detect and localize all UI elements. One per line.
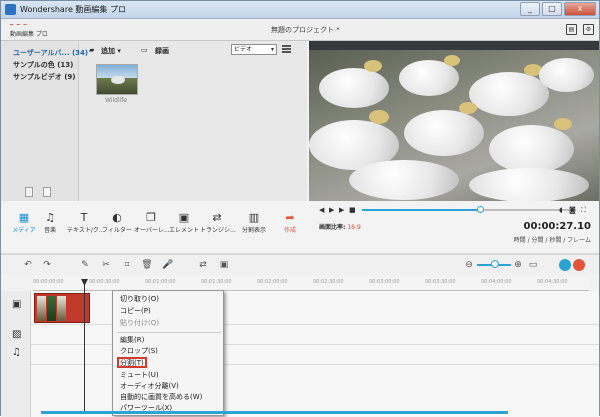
info-icon[interactable]: [573, 259, 585, 271]
seek-bar[interactable]: [362, 206, 576, 213]
tool-overlay[interactable]: ❐ オーバーレ...: [134, 211, 170, 234]
library-toolbar: ▰ 追加 ▾ ▭ 録画 ビデオ ▾: [81, 41, 307, 59]
delete-icon[interactable]: 🗑: [141, 259, 153, 271]
camera-icon[interactable]: ▣: [218, 259, 230, 271]
split-screen-icon: ▥: [248, 211, 260, 224]
next-frame-icon[interactable]: ▶: [339, 206, 344, 214]
record-button[interactable]: 録画: [155, 46, 169, 56]
app-logo-icon: [5, 4, 16, 15]
music-icon: ♫: [45, 211, 55, 224]
media-filter-select[interactable]: ビデオ ▾: [231, 44, 277, 55]
menu-item-edit[interactable]: 編集(R): [117, 335, 221, 346]
stop-icon[interactable]: ■: [349, 206, 356, 214]
album-item-sample-video[interactable]: サンプルビデオ (9): [13, 72, 76, 82]
menu-item-auto-enhance[interactable]: 自動的に画質を高める(W): [117, 392, 221, 403]
tool-split-screen[interactable]: ▥ 分割表示: [237, 211, 271, 234]
timeline-tracks: ▣ ▨ ♫: [1, 291, 599, 417]
play-icon[interactable]: ▶: [329, 206, 334, 214]
user-icon[interactable]: [559, 259, 571, 271]
project-title: 無題のプロジェクト *: [271, 26, 340, 34]
brand-name: 動画編集 プロ: [10, 31, 48, 38]
seek-progress: [362, 209, 479, 211]
media-library: ユーザーアルバ... (34) サンプルの色 (13) サンプルビデオ (9) …: [1, 41, 307, 201]
timeline-toolbar: ↶ ↷ ✎ ✂ ⌗ 🗑 🎤 ⇄ ▣ ⊖ ⊕ ▭: [1, 255, 599, 275]
video-track-icon: ▣: [12, 299, 22, 310]
zoom-out-icon[interactable]: ⊖: [463, 259, 475, 271]
tool-filter[interactable]: ◐ フィルター: [100, 211, 134, 234]
title-bar: Wondershare 動画編集 プロ _ □ x: [1, 1, 599, 19]
seek-handle[interactable]: [477, 206, 484, 213]
filter-icon: ◐: [112, 211, 122, 224]
folder-icon: ▰: [89, 46, 95, 54]
maximize-button[interactable]: □: [542, 2, 562, 16]
save-icon[interactable]: ▤: [566, 24, 577, 35]
redo-icon[interactable]: ↷: [41, 259, 53, 271]
volume-icon[interactable]: ◖: [559, 206, 563, 214]
audio-track-icon: ♫: [12, 347, 21, 358]
preview-viewer: [309, 41, 599, 201]
tool-element[interactable]: ▣ エレメント: [167, 211, 201, 234]
export-button[interactable]: ➦ 作成: [273, 211, 307, 234]
delete-album-icon[interactable]: [43, 187, 51, 197]
cut-icon[interactable]: ✂: [100, 259, 112, 271]
tool-transition[interactable]: ⇄ トランジシ...: [200, 211, 236, 234]
close-button[interactable]: x: [564, 2, 596, 16]
menu-item-audio-detach[interactable]: オーディオ分離(V): [117, 381, 221, 392]
undo-icon[interactable]: ↶: [22, 259, 34, 271]
timeline-scrollbar[interactable]: [41, 411, 508, 414]
settings-icon[interactable]: ⚙: [583, 24, 594, 35]
fit-icon[interactable]: ▭: [527, 259, 539, 271]
playback-controls: ◀ ▶ ▶ ■ ◖ ◙ ⛶ 画面比率: 16:9 00:00:27.10 時間 …: [309, 201, 599, 255]
menu-item-paste[interactable]: 貼り付け(Q): [117, 318, 221, 329]
element-icon: ▣: [178, 211, 190, 224]
add-button[interactable]: 追加 ▾: [101, 46, 121, 56]
edit-toolbar: ▦ メディア ♫ 音楽 T テキスト/ク... ◐ フィルター ❐ オーバーレ... ▣ エ…: [1, 201, 309, 255]
pencil-icon[interactable]: ✎: [79, 259, 91, 271]
mic-icon[interactable]: 🎤: [162, 259, 174, 271]
menu-item-mute[interactable]: ミュート(U): [117, 370, 221, 381]
aspect-ratio: 画面比率: 16:9: [319, 224, 361, 231]
timeline-ruler[interactable]: 00:00:00:00 00:00:30:00 00:01:00:00 00:0…: [33, 277, 589, 291]
transition-icon: ⇄: [212, 211, 222, 224]
zoom-in-icon[interactable]: ⊕: [512, 259, 524, 271]
tool-music[interactable]: ♫ 音楽: [33, 211, 67, 234]
album-list: ユーザーアルバ... (34) サンプルの色 (13) サンプルビデオ (9): [1, 41, 88, 201]
album-item-user[interactable]: ユーザーアルバ... (34): [13, 48, 88, 58]
zoom-handle[interactable]: [491, 260, 499, 268]
text-icon: T: [80, 211, 88, 224]
menu-item-cut[interactable]: 切り取り(O): [117, 294, 221, 305]
menu-item-crop[interactable]: クロップ(S): [117, 346, 221, 357]
export-icon: ➦: [285, 211, 295, 224]
app-header: ━ ━ ━ 動画編集 プロ 無題のプロジェクト * ▤ ⚙: [1, 19, 599, 41]
timecode-format: 時間 / 分間 / 秒間 / フレーム: [513, 237, 591, 244]
overlay-icon: ❐: [146, 211, 156, 224]
album-item-sample-color[interactable]: サンプルの色 (13): [13, 60, 73, 70]
add-album-icon[interactable]: [25, 187, 33, 197]
playhead[interactable]: [84, 282, 85, 412]
track-headers: ▣ ▨ ♫: [1, 291, 31, 417]
snapshot-icon[interactable]: ◙: [569, 206, 576, 214]
minimize-button[interactable]: _: [520, 2, 540, 16]
video-clip[interactable]: [34, 293, 90, 323]
preview-frame: [309, 50, 599, 201]
brand-logo: ━ ━ ━ 動画編集 プロ: [10, 22, 52, 38]
fullscreen-icon[interactable]: ⛶: [581, 206, 586, 215]
window-title: Wondershare 動画編集 プロ: [20, 5, 126, 14]
menu-item-split[interactable]: 分割(T): [117, 357, 147, 368]
crop-icon[interactable]: ⌗: [121, 259, 133, 271]
menu-item-copy[interactable]: コピー(P): [117, 306, 221, 317]
tool-text[interactable]: T テキスト/ク...: [67, 211, 105, 234]
app-window: Wondershare 動画編集 プロ _ □ x ━ ━ ━ 動画編集 プロ …: [0, 0, 600, 417]
brand-mark-icon: ━ ━ ━: [10, 22, 28, 28]
media-thumbnail[interactable]: [96, 64, 138, 95]
image-track-icon: ▨: [12, 329, 22, 340]
media-thumbnail-label: Wildlife: [105, 97, 128, 104]
timecode: 00:00:27.10: [523, 221, 591, 232]
list-view-icon[interactable]: [282, 45, 291, 53]
prev-frame-icon[interactable]: ◀: [319, 206, 324, 214]
detach-icon[interactable]: ⇄: [197, 259, 209, 271]
record-icon: ▭: [141, 46, 148, 54]
context-menu: 切り取り(O) コピー(P) 貼り付け(Q) 編集(R) クロップ(S) 分割(…: [112, 290, 224, 416]
